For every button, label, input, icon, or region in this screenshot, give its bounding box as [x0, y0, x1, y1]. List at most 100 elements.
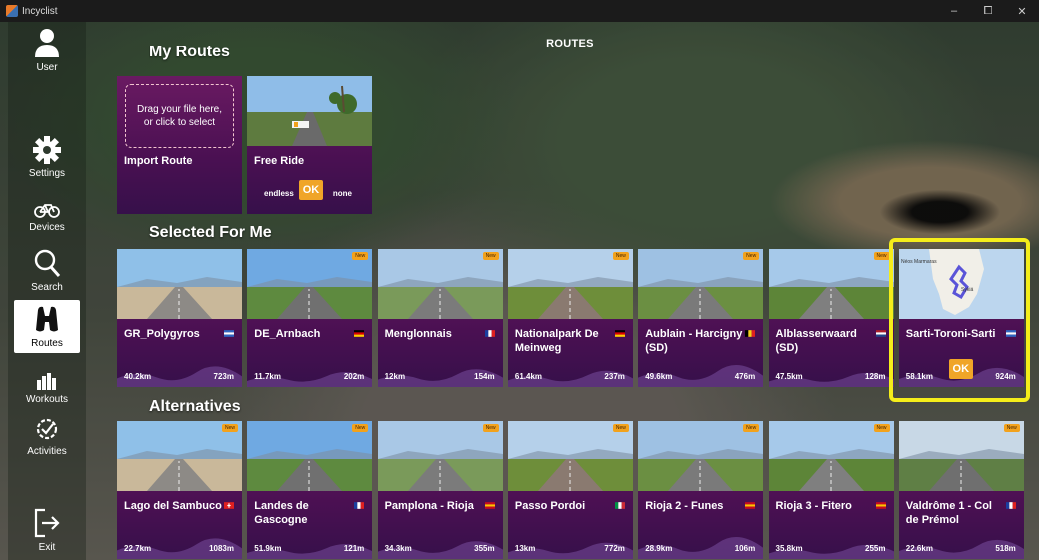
- import-route-card[interactable]: Drag your file here, or click to select …: [117, 76, 242, 214]
- free-ride-card[interactable]: Free Ride endless none OK: [247, 76, 372, 214]
- spain-flag-icon: [875, 502, 886, 509]
- ok-button[interactable]: OK: [299, 180, 323, 200]
- maximize-button[interactable]: ⧠: [971, 5, 1005, 18]
- window-titlebar: Incyclist – ⧠ ✕: [0, 0, 1039, 22]
- new-badge: New: [352, 424, 369, 432]
- route-card[interactable]: New DE_Arnbach 11.7km 202m: [247, 249, 373, 387]
- route-elevation: 476m: [734, 372, 756, 381]
- switzerland-flag-icon: [224, 502, 234, 509]
- route-name: Pamplona - Rioja: [384, 500, 474, 512]
- binoculars-icon: [36, 306, 58, 332]
- search-icon: [34, 249, 61, 277]
- nav-exit[interactable]: Exit: [14, 508, 80, 553]
- nav-routes-label: Routes: [31, 338, 63, 349]
- route-elevation: none: [332, 189, 352, 198]
- route-elevation: 1083m: [209, 544, 234, 553]
- route-card[interactable]: New Landes de Gascogne 51.9km 121m: [247, 421, 373, 559]
- route-distance: 22.7km: [124, 544, 152, 553]
- nav-devices[interactable]: Devices: [14, 202, 80, 233]
- route-name: Landes de Gascogne: [254, 500, 309, 526]
- nav-activities-label: Activities: [27, 446, 67, 457]
- drop-zone-text: Drag your file here, or click to select: [136, 104, 223, 128]
- gear-icon: [33, 136, 61, 164]
- route-card[interactable]: New Aublain - Harcigny (SD) 49.6km 476m: [638, 249, 764, 387]
- france-flag-icon: [354, 502, 365, 509]
- italy-flag-icon: [614, 502, 625, 509]
- route-card[interactable]: New Passo Pordoi 13km 772m: [507, 421, 633, 559]
- route-thumbnail: [247, 76, 372, 146]
- section-selected-for-me: Selected For Me: [149, 224, 272, 241]
- page-title: ROUTES: [546, 38, 594, 50]
- germany-flag-icon: [614, 330, 625, 337]
- sidebar: User Settings Devices Search Routes Work…: [8, 22, 86, 560]
- route-name: DE_Arnbach: [254, 328, 321, 340]
- route-name: GR_Polygyros: [124, 328, 200, 340]
- route-card[interactable]: New Pamplona - Rioja 34.3km 355m: [377, 421, 503, 559]
- spain-flag-icon: [745, 502, 756, 509]
- route-card[interactable]: New Alblasserwaard (SD) 47.5km 128m: [768, 249, 894, 387]
- route-name: Alblasserwaard (SD): [775, 328, 857, 354]
- route-distance: 51.9km: [254, 544, 282, 553]
- new-badge: New: [743, 424, 760, 432]
- nav-workouts[interactable]: Workouts: [14, 372, 80, 405]
- new-badge: New: [873, 424, 890, 432]
- route-distance: 28.9km: [645, 544, 673, 553]
- route-name: Lago del Sambuco: [124, 500, 222, 512]
- route-card[interactable]: GR_Polygyros 40.2km 723m: [117, 249, 242, 387]
- france-flag-icon: [484, 330, 495, 337]
- app-logo-icon: [6, 5, 18, 17]
- route-name: Aublain - Harcigny (SD): [645, 328, 743, 354]
- route-thumbnail: [117, 249, 242, 319]
- file-drop-zone[interactable]: Drag your file here, or click to select: [125, 84, 234, 148]
- route-card[interactable]: New Menglonnais 12km 154m: [377, 249, 503, 387]
- section-my-routes: My Routes: [149, 46, 230, 60]
- new-badge: New: [1003, 424, 1020, 432]
- nav-user-label: User: [36, 62, 58, 73]
- nav-workouts-label: Workouts: [25, 394, 69, 405]
- window-title: Incyclist: [22, 5, 58, 17]
- bicycle-icon: [34, 204, 60, 218]
- route-name: Rioja 2 - Funes: [645, 500, 724, 512]
- route-name: Free Ride: [254, 155, 305, 167]
- greece-flag-icon: [224, 330, 234, 337]
- route-name: Import Route: [124, 155, 193, 167]
- route-distance: 12km: [384, 372, 406, 381]
- nav-exit-label: Exit: [38, 542, 56, 553]
- route-distance: 22.6km: [905, 544, 933, 553]
- nav-search[interactable]: Search: [14, 248, 80, 293]
- route-name: Passo Pordoi: [514, 500, 586, 512]
- new-badge: New: [482, 252, 499, 260]
- nav-settings[interactable]: Settings: [14, 136, 80, 179]
- route-elevation: 121m: [343, 544, 365, 553]
- route-card[interactable]: New Rioja 2 - Funes 28.9km 106m: [638, 421, 764, 559]
- route-card[interactable]: New Rioja 3 - Fitero 35.8km 255m: [768, 421, 894, 559]
- route-distance: 61.4km: [514, 372, 543, 381]
- nav-routes[interactable]: Routes: [14, 300, 80, 353]
- france-flag-icon: [1005, 502, 1016, 509]
- minimize-button[interactable]: –: [937, 5, 971, 18]
- route-distance: 49.6km: [645, 372, 673, 381]
- new-badge: New: [352, 252, 369, 260]
- route-card[interactable]: New Nationalpark De Meinweg 61.4km 237m: [507, 249, 633, 387]
- route-elevation: 772m: [604, 544, 625, 553]
- close-button[interactable]: ✕: [1005, 5, 1039, 18]
- netherlands-flag-icon: [875, 330, 886, 337]
- nav-user[interactable]: User: [14, 28, 80, 73]
- route-elevation: 202m: [343, 372, 365, 381]
- new-badge: New: [743, 252, 760, 260]
- route-elevation: 355m: [474, 544, 495, 553]
- new-badge: New: [222, 424, 238, 432]
- route-card[interactable]: New Valdrôme 1 - Col de Prémol 22.6km 518m: [898, 421, 1024, 559]
- nav-settings-label: Settings: [28, 168, 66, 179]
- belgium-flag-icon: [745, 330, 756, 337]
- route-distance: 11.7km: [254, 372, 281, 381]
- route-name: Menglonnais: [384, 328, 452, 340]
- activities-icon: [36, 418, 58, 440]
- new-badge: New: [612, 424, 629, 432]
- route-elevation: 106m: [734, 544, 756, 553]
- route-name: Rioja 3 - Fitero: [775, 500, 852, 512]
- spain-flag-icon: [484, 502, 495, 509]
- nav-activities[interactable]: Activities: [14, 416, 80, 457]
- route-card[interactable]: New Lago del Sambuco 22.7km 1083m: [117, 421, 242, 559]
- selection-highlight: [889, 238, 1030, 402]
